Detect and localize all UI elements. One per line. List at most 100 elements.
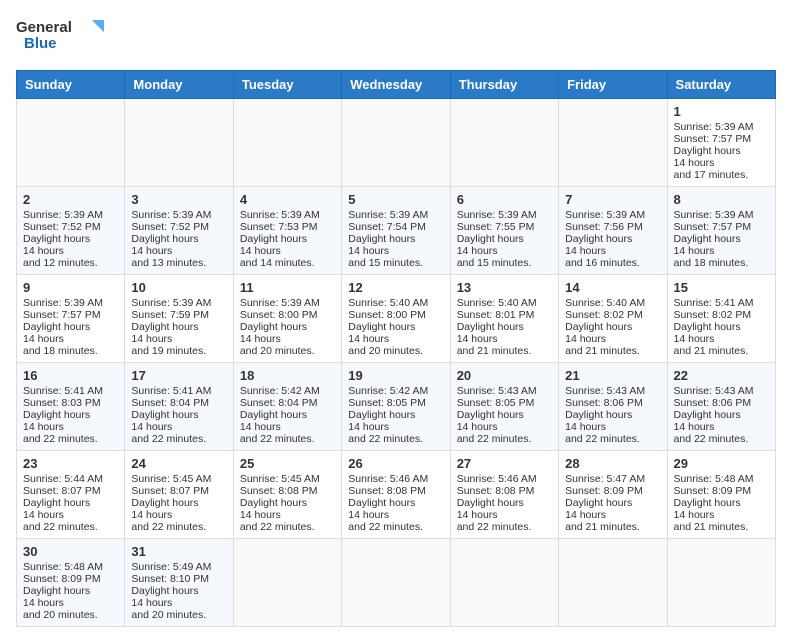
day-number: 13 [457,280,552,295]
sunset-line: Sunset: 7:57 PM [674,221,769,233]
daylight-label: Daylight hours [457,321,552,333]
daylight-hours: 14 hours [565,421,660,433]
daylight-hours: 14 hours [23,245,118,257]
daylight-minutes: and 22 minutes. [348,521,443,533]
sunrise-line: Sunrise: 5:39 AM [565,209,660,221]
day-number: 4 [240,192,335,207]
daylight-minutes: and 15 minutes. [457,257,552,269]
daylight-label: Daylight hours [348,321,443,333]
sunset-line: Sunset: 8:01 PM [457,309,552,321]
calendar-day-11: 11Sunrise: 5:39 AMSunset: 8:00 PMDayligh… [233,275,341,363]
sunrise-line: Sunrise: 5:40 AM [457,297,552,309]
sunset-line: Sunset: 7:56 PM [565,221,660,233]
daylight-label: Daylight hours [131,585,226,597]
day-header-sunday: Sunday [17,71,125,99]
daylight-minutes: and 21 minutes. [457,345,552,357]
daylight-label: Daylight hours [457,409,552,421]
day-number: 17 [131,368,226,383]
daylight-hours: 14 hours [565,245,660,257]
daylight-label: Daylight hours [131,233,226,245]
sunrise-line: Sunrise: 5:49 AM [131,561,226,573]
sunrise-line: Sunrise: 5:46 AM [457,473,552,485]
day-number: 16 [23,368,118,383]
daylight-hours: 14 hours [240,421,335,433]
sunset-line: Sunset: 8:08 PM [240,485,335,497]
sunrise-line: Sunrise: 5:44 AM [23,473,118,485]
calendar-day-6: 6Sunrise: 5:39 AMSunset: 7:55 PMDaylight… [450,187,558,275]
daylight-minutes: and 19 minutes. [131,345,226,357]
day-header-monday: Monday [125,71,233,99]
calendar-day-25: 25Sunrise: 5:45 AMSunset: 8:08 PMDayligh… [233,451,341,539]
svg-text:Blue: Blue [24,35,57,52]
day-number: 25 [240,456,335,471]
daylight-minutes: and 13 minutes. [131,257,226,269]
sunrise-line: Sunrise: 5:43 AM [457,385,552,397]
calendar-empty-cell [342,99,450,187]
sunset-line: Sunset: 8:09 PM [23,573,118,585]
sunrise-line: Sunrise: 5:46 AM [348,473,443,485]
calendar-day-19: 19Sunrise: 5:42 AMSunset: 8:05 PMDayligh… [342,363,450,451]
sunrise-line: Sunrise: 5:39 AM [240,297,335,309]
calendar-day-30: 30Sunrise: 5:48 AMSunset: 8:09 PMDayligh… [17,539,125,627]
sunrise-line: Sunrise: 5:39 AM [131,297,226,309]
daylight-label: Daylight hours [348,233,443,245]
calendar-day-15: 15Sunrise: 5:41 AMSunset: 8:02 PMDayligh… [667,275,775,363]
daylight-minutes: and 22 minutes. [457,521,552,533]
daylight-label: Daylight hours [674,409,769,421]
daylight-minutes: and 21 minutes. [674,345,769,357]
daylight-label: Daylight hours [674,321,769,333]
day-header-thursday: Thursday [450,71,558,99]
sunset-line: Sunset: 7:57 PM [674,133,769,145]
sunset-line: Sunset: 7:55 PM [457,221,552,233]
daylight-label: Daylight hours [240,233,335,245]
daylight-label: Daylight hours [457,233,552,245]
calendar-header-row: SundayMondayTuesdayWednesdayThursdayFrid… [17,71,776,99]
sunset-line: Sunset: 8:03 PM [23,397,118,409]
sunset-line: Sunset: 8:06 PM [565,397,660,409]
sunrise-line: Sunrise: 5:48 AM [23,561,118,573]
day-number: 29 [674,456,769,471]
sunrise-line: Sunrise: 5:39 AM [674,121,769,133]
day-number: 18 [240,368,335,383]
day-number: 11 [240,280,335,295]
sunset-line: Sunset: 8:09 PM [674,485,769,497]
calendar-day-2: 2Sunrise: 5:39 AMSunset: 7:52 PMDaylight… [17,187,125,275]
daylight-hours: 14 hours [348,333,443,345]
sunrise-line: Sunrise: 5:39 AM [23,297,118,309]
calendar-empty-cell [450,539,558,627]
daylight-label: Daylight hours [674,497,769,509]
calendar-empty-cell [17,99,125,187]
daylight-minutes: and 22 minutes. [23,433,118,445]
sunrise-line: Sunrise: 5:39 AM [131,209,226,221]
sunset-line: Sunset: 8:05 PM [457,397,552,409]
sunset-line: Sunset: 8:08 PM [457,485,552,497]
daylight-minutes: and 22 minutes. [565,433,660,445]
daylight-minutes: and 20 minutes. [131,609,226,621]
calendar-day-29: 29Sunrise: 5:48 AMSunset: 8:09 PMDayligh… [667,451,775,539]
daylight-minutes: and 18 minutes. [674,257,769,269]
calendar-day-18: 18Sunrise: 5:42 AMSunset: 8:04 PMDayligh… [233,363,341,451]
daylight-hours: 14 hours [565,333,660,345]
day-number: 27 [457,456,552,471]
sunset-line: Sunset: 8:00 PM [348,309,443,321]
sunset-line: Sunset: 8:04 PM [240,397,335,409]
calendar-week-3: 9Sunrise: 5:39 AMSunset: 7:57 PMDaylight… [17,275,776,363]
daylight-hours: 14 hours [348,421,443,433]
calendar-empty-cell [125,99,233,187]
calendar-week-4: 16Sunrise: 5:41 AMSunset: 8:03 PMDayligh… [17,363,776,451]
sunrise-line: Sunrise: 5:40 AM [348,297,443,309]
day-header-wednesday: Wednesday [342,71,450,99]
daylight-hours: 14 hours [131,333,226,345]
sunrise-line: Sunrise: 5:45 AM [240,473,335,485]
daylight-hours: 14 hours [131,597,226,609]
daylight-hours: 14 hours [240,245,335,257]
calendar-day-4: 4Sunrise: 5:39 AMSunset: 7:53 PMDaylight… [233,187,341,275]
daylight-minutes: and 22 minutes. [131,521,226,533]
day-number: 15 [674,280,769,295]
daylight-minutes: and 22 minutes. [23,521,118,533]
day-number: 6 [457,192,552,207]
sunrise-line: Sunrise: 5:39 AM [23,209,118,221]
calendar-day-3: 3Sunrise: 5:39 AMSunset: 7:52 PMDaylight… [125,187,233,275]
daylight-hours: 14 hours [23,333,118,345]
daylight-minutes: and 21 minutes. [565,521,660,533]
